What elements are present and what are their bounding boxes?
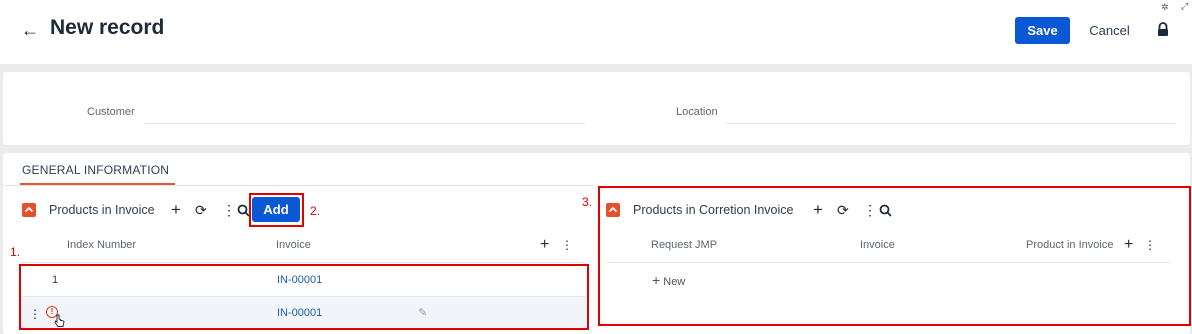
collapse-icon[interactable] — [606, 203, 620, 217]
location-field[interactable] — [725, 123, 1175, 124]
page-header: ✲ ⤢ ← New record Save Cancel — [0, 0, 1192, 64]
annotation-box-2 — [249, 193, 304, 227]
refresh-icon[interactable]: ⟳ — [195, 203, 207, 217]
more-vertical-icon[interactable]: ⋮ — [222, 203, 236, 217]
back-arrow-icon[interactable]: ← — [20, 20, 40, 40]
settings-icon[interactable]: ✲ — [1161, 2, 1169, 13]
column-header-invoice: Invoice — [860, 239, 895, 251]
plus-icon: + — [652, 272, 661, 288]
annotation-label-1: 1. — [10, 245, 21, 259]
column-more-icon[interactable]: ⋮ — [1144, 238, 1156, 252]
add-column-plus-icon[interactable]: + — [540, 237, 549, 253]
new-row-button[interactable]: + New — [652, 272, 685, 288]
column-more-icon[interactable]: ⋮ — [561, 238, 573, 252]
products-in-correction-invoice-title: Products in Corretion Invoice — [633, 203, 794, 217]
products-in-invoice-title: Products in Invoice — [49, 203, 155, 217]
add-column-plus-icon[interactable]: + — [1124, 237, 1133, 253]
plus-icon[interactable]: + — [813, 201, 823, 218]
column-header-product-in-invoice: Product in Invoice — [1026, 239, 1114, 251]
location-label: Location — [676, 106, 718, 118]
header-divider — [606, 262, 1170, 263]
column-header-invoice: Invoice — [276, 239, 311, 251]
record-fields-card — [3, 72, 1190, 145]
cancel-button[interactable]: Cancel — [1082, 17, 1137, 44]
annotation-label-3: 3. — [582, 195, 593, 209]
more-vertical-icon[interactable]: ⋮ — [863, 203, 877, 217]
customer-label: Customer — [87, 106, 135, 118]
collapse-icon[interactable] — [22, 203, 36, 217]
annotation-label-2: 2. — [310, 204, 321, 218]
header-divider — [20, 262, 586, 263]
annotation-box-1 — [19, 264, 589, 330]
refresh-icon[interactable]: ⟳ — [837, 203, 849, 217]
new-row-label: New — [663, 276, 686, 288]
page-title: New record — [50, 16, 165, 39]
customer-field[interactable] — [145, 123, 585, 124]
save-button[interactable]: Save — [1015, 17, 1070, 44]
expand-icon[interactable]: ⤢ — [1181, 1, 1188, 12]
search-icon[interactable] — [879, 204, 892, 217]
tab-general-information[interactable]: GENERAL INFORMATION — [22, 163, 169, 177]
tab-divider — [3, 185, 593, 186]
column-header-request-jmp: Request JMP — [651, 239, 718, 251]
column-header-index-number: Index Number — [67, 239, 137, 251]
lock-icon[interactable] — [1156, 22, 1170, 38]
plus-icon[interactable]: + — [171, 201, 181, 218]
